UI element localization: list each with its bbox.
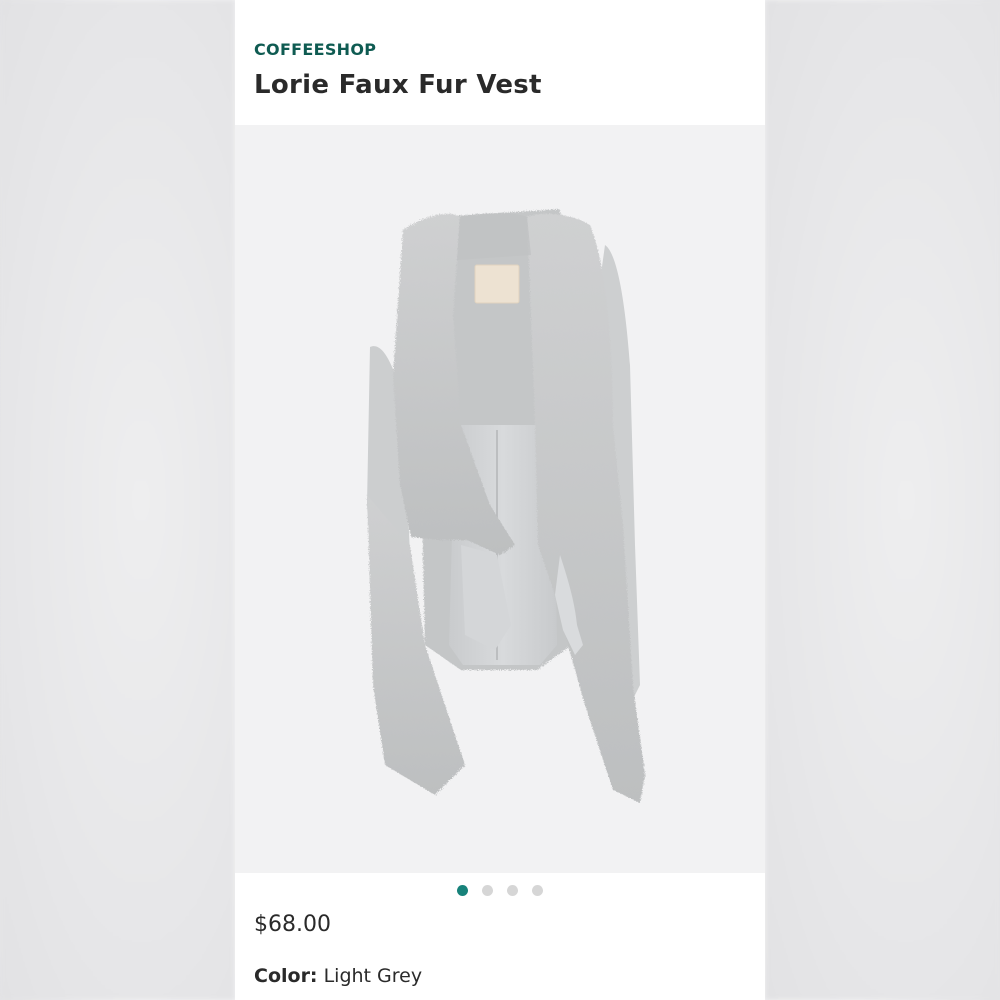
- product-header: COFFEESHOP Lorie Faux Fur Vest: [235, 0, 765, 125]
- color-label: Color:: [254, 965, 318, 987]
- brand-name[interactable]: COFFEESHOP: [254, 40, 376, 59]
- product-color: Color: Light Grey: [254, 965, 422, 987]
- carousel-dot-4[interactable]: [532, 885, 543, 896]
- color-value: Light Grey: [323, 965, 423, 987]
- carousel-dots: [235, 885, 765, 901]
- blurred-background-right: [765, 0, 1000, 1000]
- blurred-background-left: [0, 0, 235, 1000]
- product-card: COFFEESHOP Lorie Faux Fur Vest $68.00 Co…: [235, 0, 765, 1000]
- vest-photo: [367, 209, 645, 803]
- carousel-dot-1[interactable]: [457, 885, 468, 896]
- product-image[interactable]: [235, 125, 765, 873]
- vest-collar-shadow: [457, 213, 531, 260]
- product-price: $68.00: [254, 912, 331, 937]
- carousel-dot-3[interactable]: [507, 885, 518, 896]
- screen-background: COFFEESHOP Lorie Faux Fur Vest $68.00 Co…: [0, 0, 1000, 1000]
- carousel-dot-2[interactable]: [482, 885, 493, 896]
- product-title: Lorie Faux Fur Vest: [254, 70, 542, 100]
